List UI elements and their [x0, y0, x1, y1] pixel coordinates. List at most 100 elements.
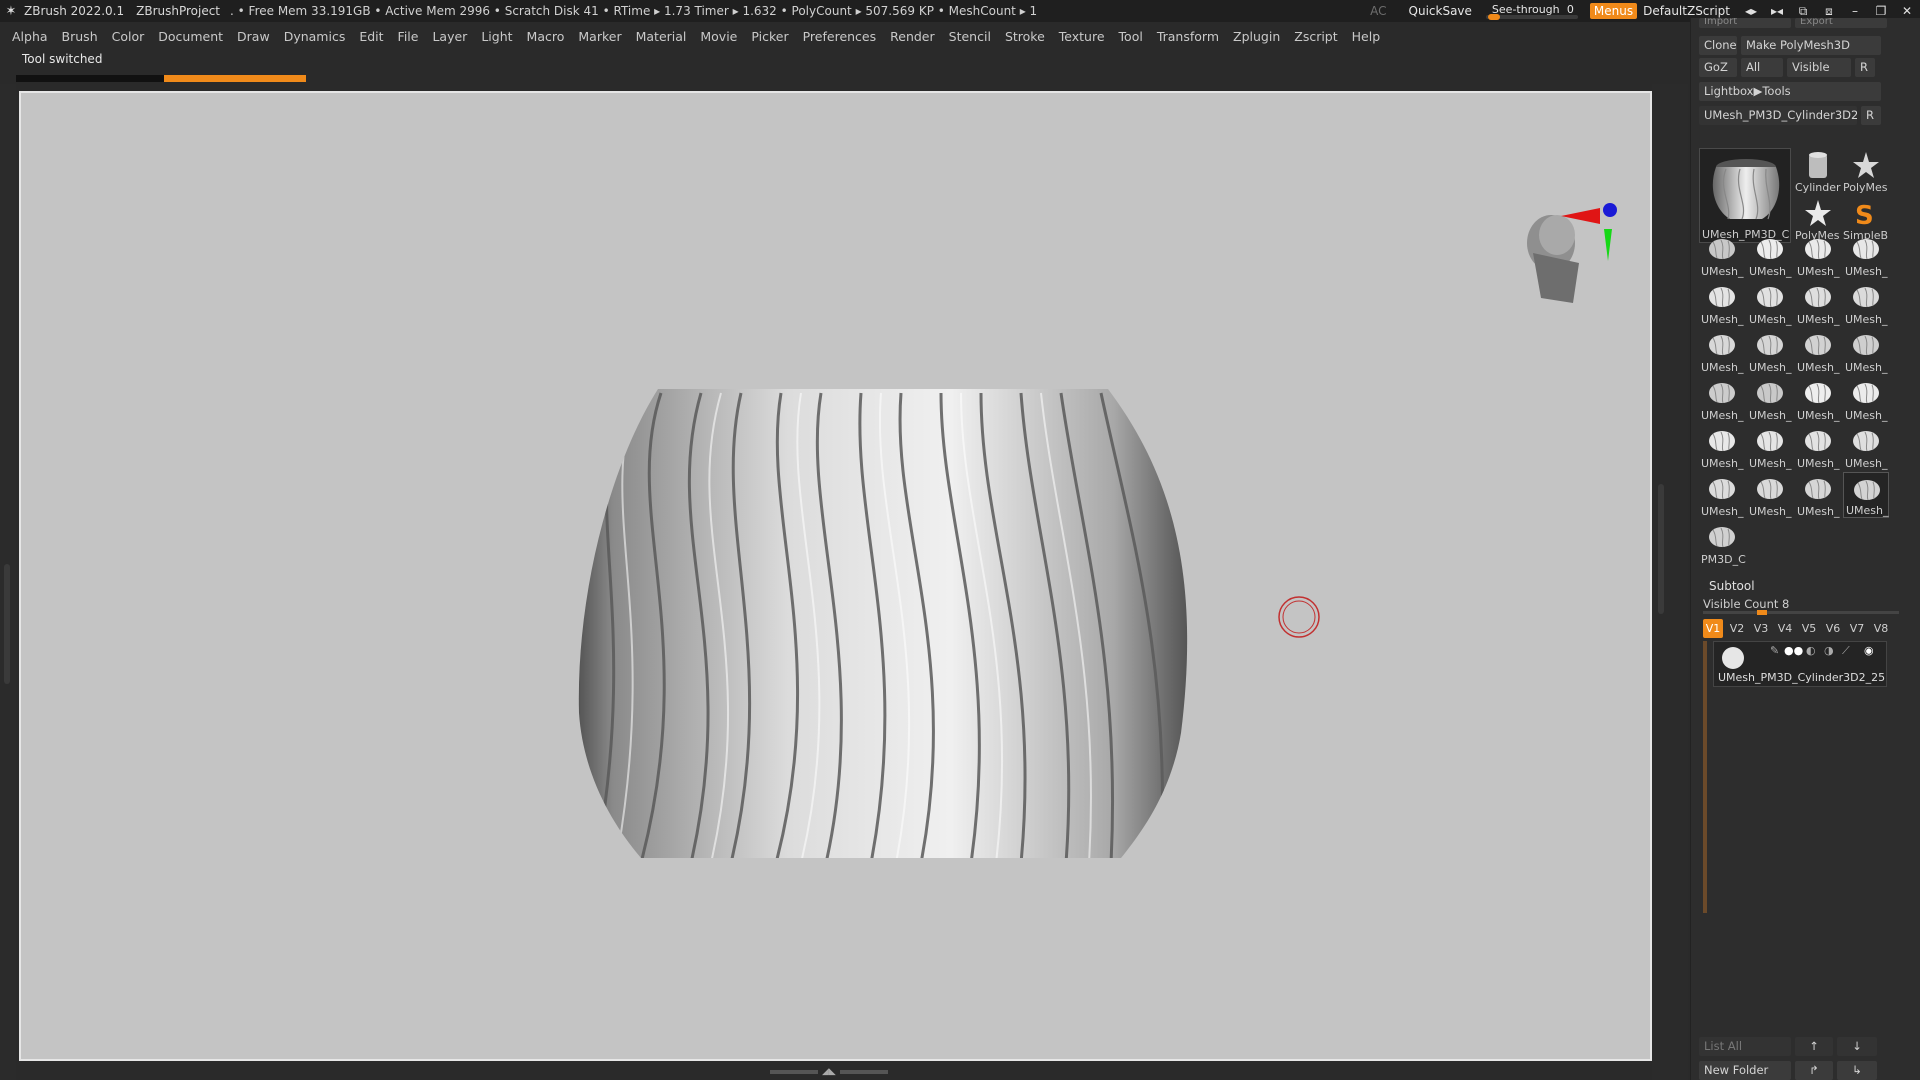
- see-through-slider[interactable]: See-through 0: [1485, 2, 1578, 20]
- subtool-pencil-icon[interactable]: ✎: [1770, 644, 1779, 657]
- vset-tab-v8[interactable]: V8: [1871, 619, 1891, 638]
- menu-layer[interactable]: Layer: [432, 29, 467, 44]
- move-up-icon[interactable]: ↑: [1795, 1037, 1833, 1056]
- ui-layout-icon[interactable]: ⧈: [1816, 4, 1842, 19]
- goz-r-button[interactable]: R: [1855, 58, 1875, 77]
- menus-toggle-button[interactable]: Menus: [1589, 3, 1638, 19]
- goz-all-button[interactable]: All: [1741, 58, 1783, 77]
- tool-thumbnail[interactable]: UMesh_: [1843, 376, 1889, 422]
- menu-picker[interactable]: Picker: [751, 29, 788, 44]
- tool-thumbnail[interactable]: UMesh_: [1699, 232, 1745, 278]
- menu-preferences[interactable]: Preferences: [803, 29, 877, 44]
- menu-dynamics[interactable]: Dynamics: [284, 29, 346, 44]
- visible-count-knob[interactable]: [1757, 610, 1767, 615]
- left-tray-handle[interactable]: [4, 564, 10, 684]
- menu-file[interactable]: File: [398, 29, 419, 44]
- goz-button[interactable]: GoZ: [1699, 58, 1737, 77]
- current-tool-name[interactable]: UMesh_PM3D_Cylinder3D2_2: [1699, 106, 1857, 125]
- tool-thumbnail[interactable]: UMesh_: [1747, 472, 1793, 518]
- menu-movie[interactable]: Movie: [700, 29, 737, 44]
- menu-document[interactable]: Document: [158, 29, 223, 44]
- menu-tool[interactable]: Tool: [1119, 29, 1143, 44]
- quicksave-button[interactable]: QuickSave: [1409, 4, 1472, 18]
- menu-zscript[interactable]: Zscript: [1294, 29, 1337, 44]
- menu-light[interactable]: Light: [481, 29, 512, 44]
- tool-thumbnail[interactable]: UMesh_: [1843, 472, 1889, 518]
- default-zscript-button[interactable]: DefaultZScript: [1643, 4, 1730, 18]
- menu-stroke[interactable]: Stroke: [1005, 29, 1045, 44]
- tool-thumbnail[interactable]: UMesh_: [1843, 232, 1889, 278]
- vset-tab-v6[interactable]: V6: [1823, 619, 1843, 638]
- layout-prev-icon[interactable]: ◂▸: [1738, 4, 1764, 18]
- ac-indicator[interactable]: AC: [1370, 4, 1386, 18]
- layout-next-icon[interactable]: ▸◂: [1764, 4, 1790, 18]
- ui-arrange-icon[interactable]: ⧉: [1790, 4, 1816, 19]
- subtool-polypaint-icon[interactable]: ●●: [1784, 644, 1803, 657]
- menu-texture[interactable]: Texture: [1059, 29, 1105, 44]
- tool-thumbnail[interactable]: UMesh_: [1843, 328, 1889, 374]
- tool-thumbnail[interactable]: UMesh_: [1699, 376, 1745, 422]
- tool-thumbnail[interactable]: UMesh_: [1747, 328, 1793, 374]
- goz-visible-button[interactable]: Visible: [1787, 58, 1851, 77]
- tool-thumbnail[interactable]: UMesh_: [1795, 232, 1841, 278]
- export-button[interactable]: Export: [1795, 18, 1887, 28]
- tool-thumbnail[interactable]: UMesh_: [1795, 376, 1841, 422]
- vset-tab-v3[interactable]: V3: [1751, 619, 1771, 638]
- canvas-viewport[interactable]: [19, 91, 1652, 1061]
- collapse-arrows-icon[interactable]: ◢◣: [822, 1067, 836, 1077]
- see-through-knob[interactable]: [1487, 14, 1500, 20]
- vset-tab-v7[interactable]: V7: [1847, 619, 1867, 638]
- close-icon[interactable]: ✕: [1894, 4, 1920, 18]
- folder-action-icon[interactable]: ↱: [1795, 1061, 1833, 1080]
- tool-thumbnail[interactable]: PM3D_C: [1699, 520, 1746, 566]
- subtool-brush-icon[interactable]: ⟋: [1842, 644, 1850, 658]
- minimize-icon[interactable]: –: [1842, 4, 1868, 18]
- tool-thumbnail[interactable]: UMesh_: [1795, 280, 1841, 326]
- menu-marker[interactable]: Marker: [578, 29, 621, 44]
- menu-alpha[interactable]: Alpha: [12, 29, 48, 44]
- tool-thumbnail[interactable]: UMesh_: [1747, 232, 1793, 278]
- list-all-button[interactable]: List All: [1699, 1037, 1791, 1056]
- menu-help[interactable]: Help: [1352, 29, 1381, 44]
- tool-thumbnail[interactable]: UMesh_: [1843, 280, 1889, 326]
- menu-stencil[interactable]: Stencil: [949, 29, 991, 44]
- menu-material[interactable]: Material: [636, 29, 687, 44]
- menu-macro[interactable]: Macro: [527, 29, 565, 44]
- current-tool-thumbnail[interactable]: UMesh_PM3D_C: [1699, 148, 1791, 243]
- tool-thumbnail[interactable]: UMesh_: [1747, 424, 1793, 470]
- visible-count-slider[interactable]: [1703, 610, 1899, 615]
- tool-thumb-polymesh-star[interactable]: PolyMes: [1843, 148, 1889, 194]
- tool-thumbnail[interactable]: UMesh_: [1699, 472, 1745, 518]
- menu-draw[interactable]: Draw: [237, 29, 270, 44]
- tool-thumbnail[interactable]: UMesh_: [1795, 328, 1841, 374]
- subtool-material-icon[interactable]: ◐: [1806, 644, 1816, 657]
- tool-thumbnail[interactable]: UMesh_: [1699, 328, 1745, 374]
- bottom-tray-handle[interactable]: ◢◣: [770, 1067, 900, 1077]
- menu-zplugin[interactable]: Zplugin: [1233, 29, 1280, 44]
- menu-transform[interactable]: Transform: [1157, 29, 1219, 44]
- menu-render[interactable]: Render: [890, 29, 935, 44]
- import-button[interactable]: Import: [1699, 18, 1791, 28]
- menu-edit[interactable]: Edit: [359, 29, 383, 44]
- tool-thumbnail[interactable]: UMesh_: [1747, 280, 1793, 326]
- maximize-icon[interactable]: ❐: [1868, 4, 1894, 18]
- subtool-list-scrollbar[interactable]: [1703, 641, 1707, 913]
- folder-merge-icon[interactable]: ↳: [1837, 1061, 1877, 1080]
- subtool-lock-icon[interactable]: ◑: [1824, 644, 1834, 657]
- current-tool-r-button[interactable]: R: [1861, 106, 1881, 125]
- menu-brush[interactable]: Brush: [62, 29, 98, 44]
- subtool-title[interactable]: Subtool: [1709, 579, 1755, 593]
- vset-tab-v4[interactable]: V4: [1775, 619, 1795, 638]
- make-polymesh-button[interactable]: Make PolyMesh3D: [1741, 36, 1881, 55]
- tool-thumb-cylinder[interactable]: Cylinder: [1795, 148, 1841, 194]
- tool-thumbnail[interactable]: UMesh_: [1843, 424, 1889, 470]
- tool-thumbnail[interactable]: UMesh_: [1795, 424, 1841, 470]
- move-down-icon[interactable]: ↓: [1837, 1037, 1877, 1056]
- subtool-item[interactable]: ✎ ●● ◐ ◑ ⟋ ◉ UMesh_PM3D_Cylinder3D2_25: [1713, 641, 1887, 687]
- tool-thumbnail[interactable]: UMesh_: [1747, 376, 1793, 422]
- menu-color[interactable]: Color: [112, 29, 145, 44]
- new-folder-button[interactable]: New Folder: [1699, 1061, 1791, 1080]
- clone-button[interactable]: Clone: [1699, 36, 1737, 55]
- tool-thumbnail[interactable]: UMesh_: [1795, 472, 1841, 518]
- lightbox-tools-button[interactable]: Lightbox▶Tools: [1699, 82, 1881, 101]
